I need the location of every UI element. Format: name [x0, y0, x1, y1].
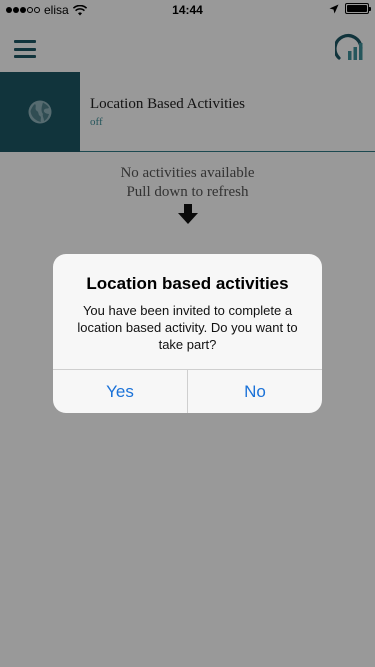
dialog-message: You have been invited to complete a loca…	[77, 303, 298, 352]
alert-dialog: Location based activities You have been …	[53, 254, 322, 413]
yes-button[interactable]: Yes	[53, 370, 187, 413]
app-screen: elisa 14:44 Location Based Activities of…	[0, 0, 375, 667]
dialog-title: Location based activities	[86, 274, 289, 293]
no-button[interactable]: No	[187, 370, 322, 413]
dialog-actions: Yes No	[53, 369, 322, 413]
